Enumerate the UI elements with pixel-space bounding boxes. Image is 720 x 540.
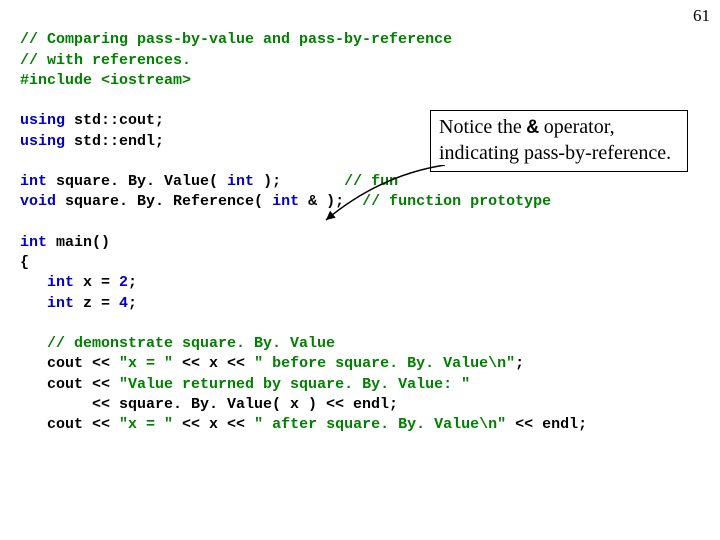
code-text: z = (74, 295, 119, 312)
comment-line: // function prototype (362, 193, 551, 210)
comment-line: // demonstrate square. By. Value (20, 335, 335, 352)
code-text: << x << (173, 416, 254, 433)
string-literal: " before square. By. Value\n" (254, 355, 515, 372)
keyword: void (20, 193, 56, 210)
code-text: main() (47, 234, 110, 251)
keyword: int (20, 274, 74, 291)
code-text: << x << (173, 355, 254, 372)
code-text: cout << (20, 355, 119, 372)
keyword: int (20, 173, 47, 190)
code-text: ); (254, 173, 344, 190)
string-literal: "x = " (119, 355, 173, 372)
preprocessor: #include <iostream> (20, 72, 191, 89)
code-text: square. By. Reference( (56, 193, 272, 210)
callout-box: Notice the & operator, indicating pass-b… (430, 110, 688, 172)
string-literal: "x = " (119, 416, 173, 433)
code-text: ; (515, 355, 524, 372)
code-text: std::endl; (74, 133, 164, 150)
callout-amp: & (527, 117, 539, 140)
keyword: int (20, 234, 47, 251)
string-literal: "Value returned by square. By. Value: " (119, 376, 470, 393)
number-literal: 4 (119, 295, 128, 312)
keyword: int (227, 173, 254, 190)
code-text: x = (74, 274, 119, 291)
keyword: using (20, 133, 74, 150)
code-text: ; (128, 274, 137, 291)
callout-text: Notice the (439, 116, 527, 138)
code-text: { (20, 254, 29, 271)
code-block: // Comparing pass-by-value and pass-by-r… (20, 10, 700, 435)
comment-line: // fun (344, 173, 398, 190)
number-literal: 2 (119, 274, 128, 291)
comment-line: // with references. (20, 52, 191, 69)
code-text: ; (128, 295, 137, 312)
comment-line: // Comparing pass-by-value and pass-by-r… (20, 31, 452, 48)
code-text: square. By. Value( (47, 173, 227, 190)
code-text: << endl; (506, 416, 587, 433)
string-literal: " after square. By. Value\n" (254, 416, 506, 433)
code-text: cout << (20, 416, 119, 433)
keyword: int (20, 295, 74, 312)
code-text: std::cout; (74, 112, 164, 129)
keyword: int (272, 193, 299, 210)
code-text: & ); (299, 193, 362, 210)
keyword: using (20, 112, 74, 129)
code-text: cout << (20, 376, 119, 393)
code-text: << square. By. Value( x ) << endl; (20, 396, 398, 413)
